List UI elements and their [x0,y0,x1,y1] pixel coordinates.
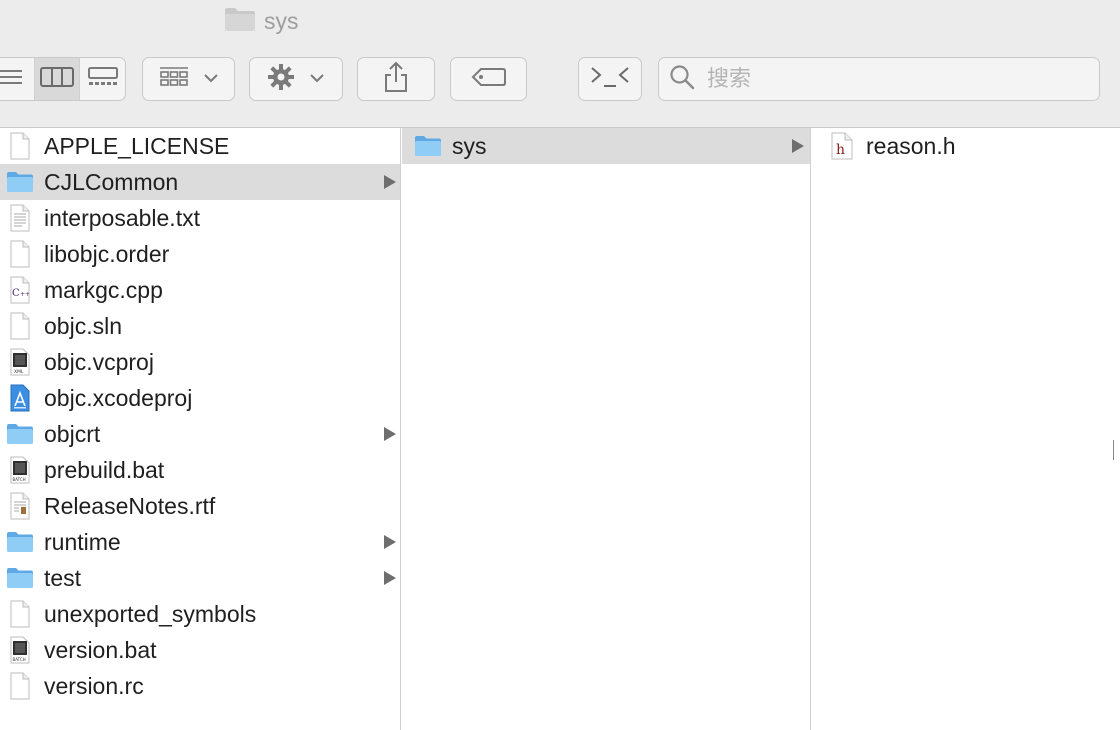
item-name: interposable.txt [44,204,200,231]
item-name: prebuild.bat [44,456,165,483]
gear-icon [267,63,295,96]
search-input[interactable] [705,65,1089,93]
file-row[interactable]: BATCH version.bat [0,632,400,668]
folder-icon [414,132,442,160]
cpp-file-icon: C ++ [6,276,34,304]
folder-row[interactable]: test [0,560,400,596]
item-name: APPLE_LICENSE [44,132,230,159]
search-field[interactable] [658,57,1100,101]
blank-file-icon [6,672,34,700]
file-row[interactable]: BATCH prebuild.bat [0,452,400,488]
gallery-view-icon [87,66,119,93]
disclosure-arrow-icon [384,427,396,441]
folder-icon [6,420,34,448]
folder-icon [6,168,34,196]
batch-file-icon: BATCH [6,636,34,664]
file-row[interactable]: interposable.txt [0,200,400,236]
item-name: objc.sln [44,312,122,339]
action-menu-button[interactable] [249,57,343,101]
svg-text:++: ++ [20,291,30,298]
svg-text:BATCH: BATCH [13,477,26,482]
group-by-icon [159,65,189,94]
folder-row[interactable]: sys [402,128,810,164]
text-file-icon [6,204,34,232]
column-view-icon [40,66,74,93]
item-name: version.rc [44,672,144,699]
svg-text:h: h [836,142,845,158]
blank-file-icon [6,132,34,160]
folder-row[interactable]: runtime [0,524,400,560]
file-row[interactable]: objc.xcodeproj [0,380,400,416]
folder-row[interactable]: CJLCommon [0,164,400,200]
column-divider[interactable] [400,128,401,730]
disclosure-arrow-icon [792,139,804,153]
item-name: test [44,564,82,591]
xml-file-icon: XML [6,348,34,376]
item-name: CJLCommon [44,168,179,195]
folder-row[interactable]: objcrt [0,416,400,452]
blank-file-icon [6,240,34,268]
column-divider[interactable] [810,128,811,730]
toolbar: sys [0,0,1120,128]
file-row[interactable]: ReleaseNotes.rtf [0,488,400,524]
column-view-button[interactable] [33,58,80,100]
view-mode-segmented-control [0,57,126,101]
tag-button[interactable] [450,57,527,101]
window-title: sys [224,6,299,36]
chevron-down-icon [309,70,325,88]
gallery-view-button[interactable] [79,58,125,100]
item-name: version.bat [44,636,157,663]
file-row[interactable]: unexported_symbols [0,596,400,632]
item-name: objc.vcproj [44,348,154,375]
folder-icon [224,6,256,37]
disclosure-arrow-icon [384,175,396,189]
svg-text:C: C [12,288,20,299]
blank-file-icon [6,600,34,628]
item-name: ReleaseNotes.rtf [44,492,216,519]
list-view-button[interactable] [0,58,34,100]
column-browser-column-2: sys [402,128,810,730]
item-name: reason.h [866,132,956,159]
batch-file-icon: BATCH [6,456,34,484]
list-view-icon [0,67,24,92]
file-row[interactable]: objc.sln [0,308,400,344]
group-by-button[interactable] [142,57,235,101]
item-name: runtime [44,528,121,555]
terminal-icon [588,64,632,95]
item-name: markgc.cpp [44,276,163,303]
svg-text:XML: XML [14,369,24,375]
header-file-icon: h [828,132,856,160]
xcode-project-icon [6,384,34,412]
file-row[interactable]: h reason.h [812,128,1120,164]
blank-file-icon [6,312,34,340]
item-name: unexported_symbols [44,600,257,627]
folder-icon [6,528,34,556]
window-edge-marker [1113,440,1120,460]
window-title-text: sys [264,7,299,34]
share-icon [383,61,409,98]
svg-text:BATCH: BATCH [13,657,26,662]
item-name: libobjc.order [44,240,170,267]
item-name: objcrt [44,420,101,447]
column-browser-column-1: APPLE_LICENSE CJLCommon interposable.txt li… [0,128,400,730]
item-name: sys [452,132,487,159]
rtf-file-icon [6,492,34,520]
file-row[interactable]: libobjc.order [0,236,400,272]
share-button[interactable] [357,57,435,101]
file-row[interactable]: version.rc [0,668,400,704]
search-icon [669,64,695,95]
file-row[interactable]: XML objc.vcproj [0,344,400,380]
file-row[interactable]: C ++ markgc.cpp [0,272,400,308]
tag-icon [471,67,507,92]
column-browser-column-3: h reason.h [812,128,1120,730]
chevron-down-icon [203,70,219,88]
item-name: objc.xcodeproj [44,384,193,411]
folder-icon [6,564,34,592]
terminal-button[interactable] [578,57,642,101]
disclosure-arrow-icon [384,571,396,585]
file-row[interactable]: APPLE_LICENSE [0,128,400,164]
disclosure-arrow-icon [384,535,396,549]
